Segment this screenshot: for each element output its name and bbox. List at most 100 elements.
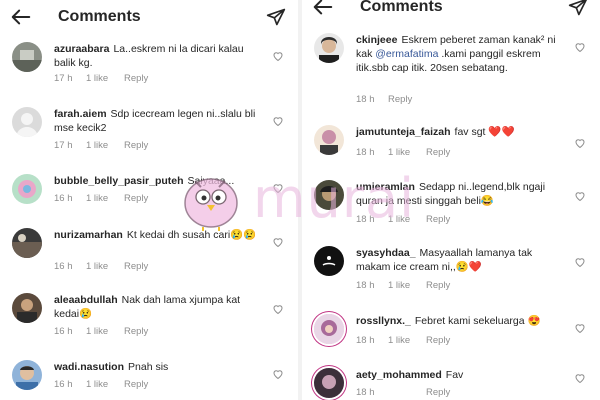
comment-text: ckinjeee Eskrem peberet zaman kanak² ni k…: [356, 33, 566, 75]
reply-button[interactable]: Reply: [426, 147, 450, 158]
comment-text: nurizamarhan Kt kedai dh susah cari😢😢: [54, 228, 264, 242]
comment-time: 16 h: [54, 261, 73, 272]
comment-text: azuraabara La..eskrem ni la dicari kalau …: [54, 42, 264, 70]
comment-username[interactable]: rossllynx._: [356, 315, 411, 327]
avatar[interactable]: [314, 314, 344, 344]
comment-meta: 16 h 1 like Reply: [54, 379, 148, 390]
comment-likes[interactable]: 1 like: [86, 379, 124, 390]
comment-username[interactable]: wadi.nasution: [54, 361, 124, 373]
reply-button[interactable]: Reply: [124, 326, 148, 337]
comment-meta: 16 h 1 like Reply: [54, 193, 148, 204]
comment-text: aety_mohammed Fav: [356, 368, 566, 382]
avatar[interactable]: [12, 360, 42, 390]
comment-username[interactable]: syasyhdaa_: [356, 247, 416, 259]
avatar[interactable]: [314, 246, 344, 276]
heart-outline-icon[interactable]: [574, 372, 586, 384]
comment-username[interactable]: umieramlan: [356, 181, 415, 193]
comment-meta: 18 h 1 like Reply: [356, 147, 450, 158]
avatar[interactable]: [12, 228, 42, 258]
comment-body: Febret kami sekeluarga 😍: [414, 315, 541, 327]
back-arrow-icon[interactable]: [312, 0, 334, 18]
reply-button[interactable]: Reply: [124, 73, 148, 84]
comment-likes[interactable]: 1 like: [86, 326, 124, 337]
comment-meta: 18 h 1 like Reply: [356, 280, 450, 291]
heart-outline-icon[interactable]: [272, 182, 284, 194]
comment-meta: 18 h 1 like Reply: [356, 214, 450, 225]
reply-button[interactable]: Reply: [426, 335, 450, 346]
comment-time: 18 h: [356, 387, 375, 398]
heart-outline-icon[interactable]: [272, 115, 284, 127]
avatar[interactable]: [12, 42, 42, 72]
comments-header: Comments: [0, 0, 298, 34]
comment-likes[interactable]: 1 like: [388, 214, 426, 225]
comment-username[interactable]: ckinjeee: [356, 34, 397, 46]
comment-username[interactable]: bubble_belly_pasir_puteh: [54, 175, 184, 187]
heart-outline-icon[interactable]: [574, 322, 586, 334]
comment-meta: 16 h 1 like Reply: [54, 326, 148, 337]
comment-likes[interactable]: 1 like: [86, 193, 124, 204]
heart-outline-icon[interactable]: [574, 256, 586, 268]
comment-likes[interactable]: 1 like: [388, 280, 426, 291]
comment-likes[interactable]: [388, 387, 426, 398]
comment-time: 18 h: [356, 335, 375, 346]
comment-text: jamutunteja_faizah fav sgt ❤️❤️: [356, 125, 566, 139]
comment-username[interactable]: nurizamarhan: [54, 229, 123, 241]
heart-outline-icon[interactable]: [272, 303, 284, 315]
reply-button[interactable]: Reply: [124, 193, 148, 204]
comment-meta: 18 h 1 like Reply: [356, 335, 450, 346]
avatar[interactable]: [12, 174, 42, 204]
comment-username[interactable]: jamutunteja_faizah: [356, 126, 451, 138]
comment-likes[interactable]: 1 like: [388, 147, 426, 158]
reply-button[interactable]: Reply: [426, 387, 450, 398]
heart-outline-icon[interactable]: [574, 41, 586, 53]
comment-username[interactable]: aleaabdullah: [54, 294, 118, 306]
comments-header: Comments: [302, 0, 600, 24]
comment-body: Kt kedai dh susah cari😢😢: [126, 229, 257, 241]
page-title: Comments: [360, 0, 443, 15]
reply-button[interactable]: Reply: [124, 261, 148, 272]
comment-text: farah.aiem Sdp icecream legen ni..slalu b…: [54, 107, 264, 135]
heart-outline-icon[interactable]: [272, 50, 284, 62]
comment-username[interactable]: aety_mohammed: [356, 369, 442, 381]
comment-text: umieramlan Sedapp ni..legend,blk ngaji qu…: [356, 180, 566, 208]
reply-button[interactable]: Reply: [426, 214, 450, 225]
comment-text: bubble_belly_pasir_puteh Saiyaaa...: [54, 174, 264, 188]
avatar[interactable]: [12, 293, 42, 323]
comment-time: 18 h: [356, 280, 375, 291]
send-icon[interactable]: [266, 7, 286, 27]
reply-button[interactable]: Reply: [124, 140, 148, 151]
comment-likes[interactable]: 1 like: [86, 73, 124, 84]
comment-text: syasyhdaa_ Masyaallah lamanya tak makam i…: [356, 246, 566, 274]
avatar[interactable]: [314, 125, 344, 155]
comment-meta: 17 h 1 like Reply: [54, 140, 148, 151]
comment-body: Fav: [445, 369, 464, 381]
comment-likes[interactable]: 1 like: [86, 261, 124, 272]
reply-button[interactable]: Reply: [388, 94, 412, 105]
mention-link[interactable]: @ermafatima: [375, 48, 438, 60]
send-icon[interactable]: [568, 0, 588, 17]
comment-likes[interactable]: 1 like: [86, 140, 124, 151]
comment-meta: 18 h Reply: [356, 387, 450, 398]
comment-username[interactable]: farah.aiem: [54, 108, 107, 120]
back-arrow-icon[interactable]: [10, 6, 32, 28]
comment-meta: 16 h 1 like Reply: [54, 261, 148, 272]
comment-meta: 17 h 1 like Reply: [54, 73, 148, 84]
comment-likes[interactable]: 1 like: [388, 335, 426, 346]
avatar[interactable]: [12, 107, 42, 137]
page-title: Comments: [58, 8, 141, 25]
heart-outline-icon[interactable]: [574, 190, 586, 202]
heart-outline-icon[interactable]: [272, 368, 284, 380]
comment-time: 18 h: [356, 147, 375, 158]
comment-text: rossllynx._ Febret kami sekeluarga 😍: [356, 314, 566, 328]
avatar[interactable]: [314, 368, 344, 398]
heart-outline-icon[interactable]: [272, 236, 284, 248]
comment-time: 17 h: [54, 73, 73, 84]
reply-button[interactable]: Reply: [124, 379, 148, 390]
reply-button[interactable]: Reply: [426, 280, 450, 291]
comment-meta: 18 h Reply: [356, 94, 412, 105]
avatar[interactable]: [314, 33, 344, 63]
heart-outline-icon[interactable]: [574, 137, 586, 149]
comment-username[interactable]: azuraabara: [54, 43, 109, 55]
comment-time: 16 h: [54, 193, 73, 204]
avatar[interactable]: [314, 180, 344, 210]
